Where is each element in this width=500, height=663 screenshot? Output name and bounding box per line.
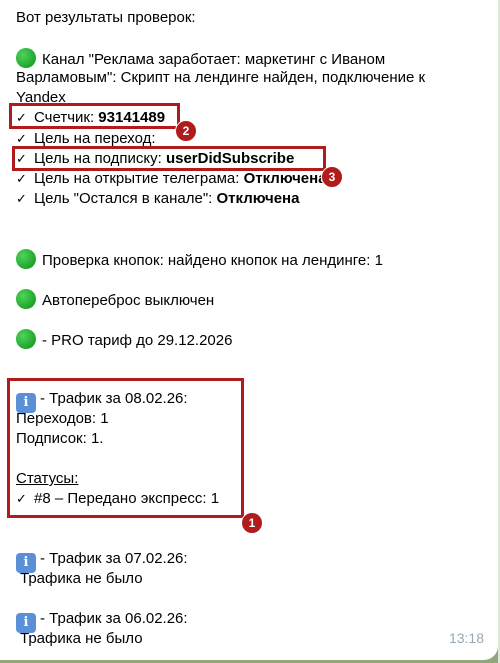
green-circle-icon bbox=[16, 329, 36, 349]
traffic2-title: - Трафик за 07.02.26: bbox=[40, 550, 188, 567]
message-bubble: Вот результаты проверок: Канал "Реклама … bbox=[0, 0, 498, 660]
green-circle-icon bbox=[16, 249, 36, 269]
goal-telegram-line: ✓ Цель на открытие телеграма: Отключена bbox=[16, 169, 327, 189]
green-circle-icon bbox=[16, 48, 36, 68]
traffic3-none: Трафика не было bbox=[20, 630, 143, 647]
buttons-check-text: Проверка кнопок: найдено кнопок на ленди… bbox=[42, 252, 383, 269]
green-circle-icon bbox=[16, 289, 36, 309]
annotation-box-traffic bbox=[7, 378, 244, 518]
autoforward-line: Автопереброс выключен bbox=[16, 289, 214, 311]
goal-stayed-value: Отключена bbox=[216, 190, 300, 207]
annotation-badge-1: 1 bbox=[241, 512, 263, 534]
goal-telegram-label: Цель на открытие телеграма: bbox=[34, 170, 240, 187]
channel-text-1: Канал "Реклама заработает: маркетинг с И… bbox=[42, 51, 386, 68]
channel-line-1: Канал "Реклама заработает: маркетинг с И… bbox=[16, 48, 385, 70]
check-icon: ✓ bbox=[16, 191, 27, 206]
intro-text: Вот результаты проверок: bbox=[16, 9, 196, 26]
annotation-badge-2: 2 bbox=[175, 120, 197, 142]
autoforward-text: Автопереброс выключен bbox=[42, 292, 215, 309]
message-time: 13:18 bbox=[448, 630, 484, 646]
pro-tariff-line: - PRO тариф до 29.12.2026 bbox=[16, 329, 232, 351]
annotation-box-counter bbox=[9, 103, 180, 129]
goal-stayed-label: Цель "Остался в канале": bbox=[34, 190, 213, 207]
check-icon: ✓ bbox=[16, 171, 27, 186]
pro-tariff-text: - PRO тариф до 29.12.2026 bbox=[42, 332, 233, 349]
annotation-badge-3: 3 bbox=[321, 166, 343, 188]
annotation-box-subscribe bbox=[12, 146, 326, 171]
goal-telegram-value: Отключена bbox=[243, 170, 327, 187]
traffic2-none: Трафика не было bbox=[20, 570, 143, 587]
channel-line-2: Варламовым": Скрипт на лендинге найден, … bbox=[16, 69, 426, 86]
goal-stayed-line: ✓ Цель "Остался в канале": Отключена bbox=[16, 189, 299, 209]
traffic3-title: - Трафик за 06.02.26: bbox=[40, 610, 188, 627]
buttons-check-line: Проверка кнопок: найдено кнопок на ленди… bbox=[16, 249, 383, 271]
goal-transition-label: Цель на переход: bbox=[34, 130, 156, 147]
